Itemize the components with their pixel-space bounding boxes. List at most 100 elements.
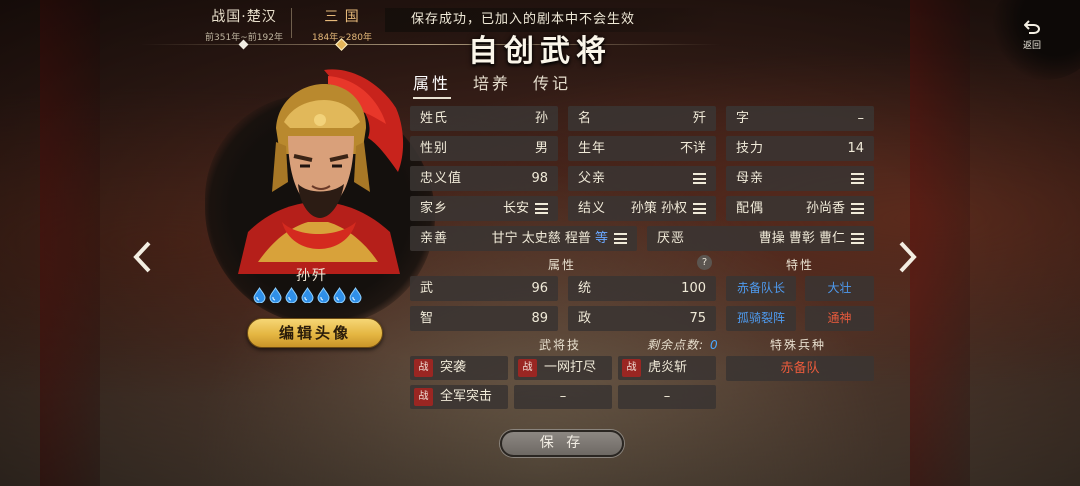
menu-icon[interactable] [535,203,548,214]
field-value: 孙 [534,111,548,126]
skill-slot[interactable]: 战 突袭 [410,356,508,380]
skill-power-field[interactable]: 技力 14 [726,136,874,161]
stat-war[interactable]: 武 96 [410,276,558,301]
field-label: 忠义值 [420,171,463,186]
field-label: 技力 [736,141,765,156]
soul-drop-icon [253,287,266,304]
era-name: 战国·楚汉 [211,9,277,25]
traits-heading: 特性 [786,258,815,272]
back-button[interactable]: 返回 [1018,20,1046,51]
friends-field[interactable]: 亲善 甘宁 太史慈 程普 等 [410,226,637,251]
help-icon[interactable]: ? [697,255,712,270]
soul-drop-icon [333,287,346,304]
tab-biography[interactable]: 传记 [533,70,571,99]
field-label: 姓氏 [420,111,449,126]
skill-slot-empty[interactable]: – [618,385,716,409]
field-label: 统 [578,281,593,296]
era-name: 三 国 [324,9,360,25]
field-label: 智 [420,311,435,326]
menu-icon[interactable] [693,203,706,214]
remaining-points: 剩余点数: 0 [647,336,719,353]
skill-name: 一网打尽 [544,360,597,375]
field-value: 14 [847,141,864,156]
field-value: 长安 [502,201,529,216]
gender-field[interactable]: 性别 男 [410,136,558,161]
field-label: 性别 [420,141,449,156]
remaining-points-label: 剩余点数: [647,338,705,352]
friends-more: 等 [594,231,608,246]
field-value: – [857,111,865,126]
stat-intelligence[interactable]: 智 89 [410,306,558,331]
menu-icon[interactable] [614,233,627,244]
field-value: 75 [689,311,706,326]
field-value: 孙策 孙权 [630,201,687,216]
hometown-field[interactable]: 家乡 长安 [410,196,558,221]
page-title: 自创武将 [468,34,612,69]
edit-avatar-button[interactable]: 编辑头像 [247,318,383,348]
save-button[interactable]: 保 存 [500,430,624,457]
field-value: 96 [531,281,548,296]
field-value: 男 [534,141,548,156]
soul-drop-icon [269,287,282,304]
special-troop-slot[interactable]: 赤备队 [726,356,874,381]
back-area: 返回 [990,0,1080,80]
battle-badge-icon: 战 [518,359,537,377]
skill-slot[interactable]: 战 虎炎斩 [618,356,716,380]
trait-item[interactable]: 孤骑裂阵 [726,306,796,331]
trait-item[interactable]: 通神 [805,306,874,331]
skill-slot[interactable]: 战 一网打尽 [514,356,612,380]
battle-badge-icon: 战 [414,388,433,406]
field-value: 曹操 曹彰 曹仁 [758,231,845,246]
stat-command[interactable]: 统 100 [568,276,716,301]
field-label: 武 [420,281,435,296]
field-label: 字 [736,111,751,126]
field-label: 名 [578,111,593,126]
skill-name: 虎炎斩 [648,360,688,375]
field-label: 厌恶 [657,231,686,246]
mother-field[interactable]: 母亲 [726,166,874,191]
field-label: 配偶 [736,201,765,216]
hero-portrait [228,62,408,274]
field-value: 100 [681,281,706,296]
skill-slot-empty[interactable]: – [514,385,612,409]
field-value: 甘宁 太史慈 程普 等 [448,226,608,251]
trait-item[interactable]: 大壮 [805,276,874,301]
remaining-points-value: 0 [710,338,719,352]
trait-item[interactable]: 赤备队长 [726,276,796,301]
next-hero-arrow-icon[interactable] [898,240,918,274]
battle-badge-icon: 战 [414,359,433,377]
menu-icon[interactable] [693,173,706,184]
attributes-heading: 属性 [548,258,577,272]
prev-hero-arrow-icon[interactable] [132,240,152,274]
loyalty-field[interactable]: 忠义值 98 [410,166,558,191]
tab-training[interactable]: 培养 [473,70,511,99]
stat-politics[interactable]: 政 75 [568,306,716,331]
menu-icon[interactable] [851,233,864,244]
menu-icon[interactable] [851,173,864,184]
field-label: 家乡 [420,201,449,216]
back-label: 返回 [1022,41,1041,51]
spouse-field[interactable]: 配偶 孙尚香 [726,196,874,221]
soul-drop-icon [285,287,298,304]
skill-name: 突袭 [440,360,467,375]
field-value: 89 [531,311,548,326]
surname-field[interactable]: 姓氏 孙 [410,106,558,131]
enemies-field[interactable]: 厌恶 曹操 曹彰 曹仁 [647,226,874,251]
given-name-field[interactable]: 名 歼 [568,106,716,131]
tab-attributes[interactable]: 属性 [413,70,452,99]
field-label: 结义 [578,201,607,216]
soul-drop-icon [349,287,362,304]
menu-icon[interactable] [851,203,864,214]
courtesy-name-field[interactable]: 字 – [726,106,874,131]
field-label: 父亲 [578,171,607,186]
hero-name: 孙歼 [296,268,328,284]
field-value: 歼 [692,111,706,126]
field-label: 母亲 [736,171,765,186]
skill-name: 全军突击 [440,389,493,404]
skill-slot[interactable]: 战 全军突击 [410,385,508,409]
father-field[interactable]: 父亲 [568,166,716,191]
skills-heading: 武将技 [539,338,582,352]
sworn-brothers-field[interactable]: 结义 孙策 孙权 [568,196,716,221]
birth-year-field[interactable]: 生年 不详 [568,136,716,161]
soul-drop-icon [317,287,330,304]
